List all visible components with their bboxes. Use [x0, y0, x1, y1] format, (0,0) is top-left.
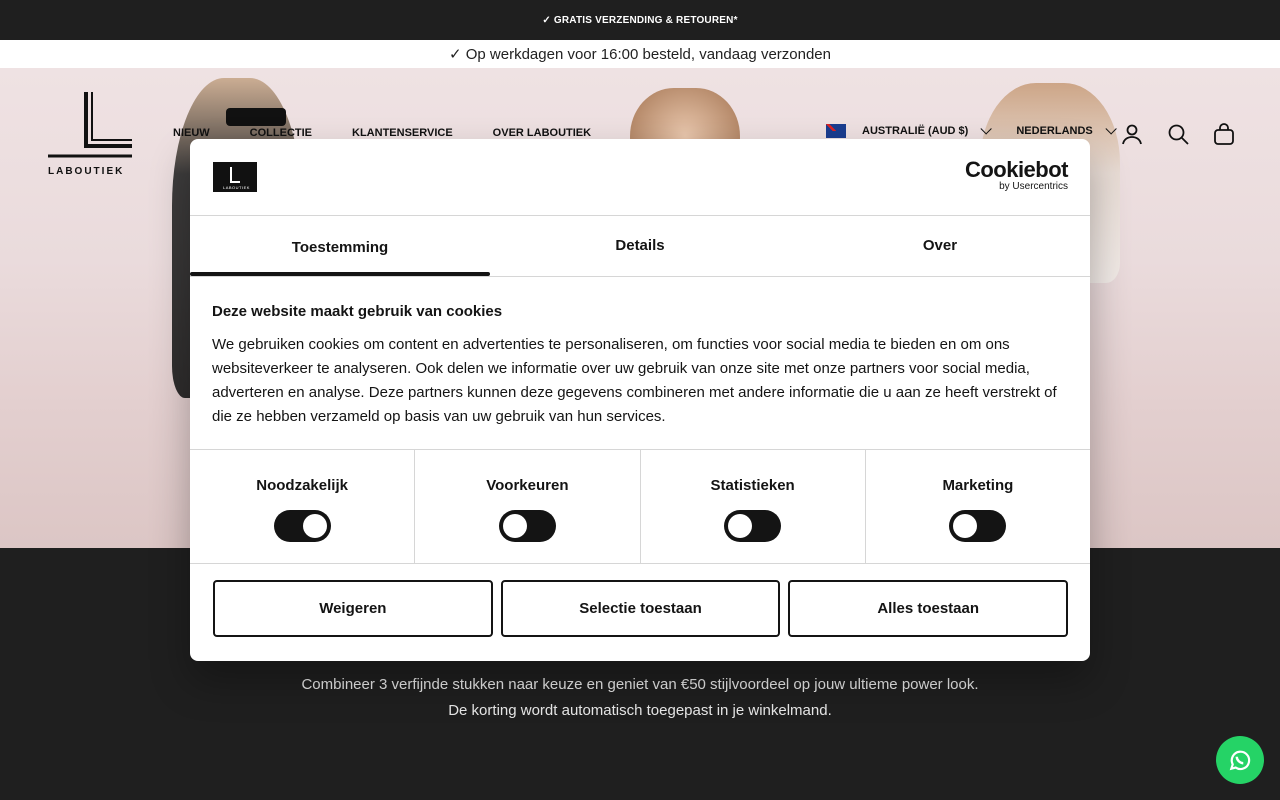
cart-icon[interactable]: [1212, 122, 1236, 146]
toggle-noodzakelijk[interactable]: [273, 510, 331, 542]
shipping-bar: ✓ Op werkdagen voor 16:00 besteld, vanda…: [0, 40, 1280, 68]
search-icon[interactable]: [1166, 122, 1190, 146]
whatsapp-button[interactable]: [1216, 736, 1264, 784]
toggle-label: Statistieken: [710, 477, 795, 494]
announcement-bar: ✓ GRATIS VERZENDING & RETOUREN*: [0, 0, 1280, 40]
toggle-group-voorkeuren: Voorkeuren: [415, 450, 641, 563]
country-selector[interactable]: AUSTRALIË (AUD $): [826, 123, 993, 138]
dialog-description: We gebruiken cookies om content en adver…: [212, 336, 1057, 425]
dialog-site-logo: LABOUTIEK: [213, 162, 257, 192]
dialog-title: Deze website maakt gebruik van cookies: [212, 303, 503, 320]
toggle-label: Noodzakelijk: [256, 477, 348, 494]
toggle-voorkeuren[interactable]: [498, 510, 556, 542]
toggle-statistieken[interactable]: [724, 510, 782, 542]
allow-selection-button[interactable]: Selectie toestaan: [500, 580, 781, 637]
tab-toestemming[interactable]: Toestemming: [190, 216, 490, 276]
chevron-down-icon: [980, 123, 993, 135]
promo-line-2: De korting wordt automatisch toegepast i…: [448, 702, 832, 719]
logo-mark-icon: [48, 92, 132, 158]
shipping-text: ✓ Op werkdagen voor 16:00 besteld, vanda…: [449, 46, 831, 63]
australia-flag-icon: [826, 124, 846, 138]
dialog-actions: Weigeren Selectie toestaan Alles toestaa…: [190, 564, 1090, 637]
cookiebot-logo[interactable]: Cookiebot by Usercentrics: [964, 157, 1069, 193]
tab-over[interactable]: Over: [790, 216, 1090, 276]
chevron-down-icon: [1105, 123, 1117, 135]
consent-toggles: Noodzakelijk Voorkeuren Statistieken Mar…: [190, 450, 1090, 564]
main-nav: NIEUW COLLECTIE KLANTENSERVICE OVER LABO…: [173, 127, 591, 139]
locale-selectors: AUSTRALIË (AUD $) NEDERLANDS: [826, 123, 1117, 138]
toggle-group-marketing: Marketing: [866, 450, 1090, 563]
language-label: NEDERLANDS: [1016, 125, 1093, 137]
nav-item-collectie[interactable]: COLLECTIE: [250, 127, 312, 139]
dialog-tabs: Toestemming Details Over: [190, 216, 1090, 277]
logo-text: LABOUTIEK: [48, 166, 125, 177]
cookie-consent-dialog: LABOUTIEK Cookiebot by Usercentrics Toes…: [190, 139, 1090, 661]
allow-all-button[interactable]: Alles toestaan: [788, 580, 1069, 637]
toggle-group-statistieken: Statistieken: [641, 450, 866, 563]
account-icon[interactable]: [1120, 122, 1144, 146]
dialog-body: Deze website maakt gebruik van cookies W…: [190, 277, 1090, 450]
cookiebot-brand: Cookiebot: [964, 157, 1069, 182]
deny-button[interactable]: Weigeren: [213, 580, 493, 637]
language-selector[interactable]: NEDERLANDS: [1016, 123, 1117, 137]
toggle-label: Marketing: [942, 477, 1014, 494]
toggle-marketing[interactable]: [949, 510, 1007, 542]
whatsapp-icon: [1229, 750, 1251, 771]
dialog-header: LABOUTIEK Cookiebot by Usercentrics: [190, 139, 1090, 216]
promo-line-1: Combineer 3 verfijnde stukken naar keuze…: [301, 676, 979, 693]
toggle-label: Voorkeuren: [486, 477, 569, 494]
nav-item-over-laboutiek[interactable]: OVER LABOUTIEK: [493, 127, 591, 139]
nav-item-nieuw[interactable]: NIEUW: [173, 127, 210, 139]
announcement-text: ✓ GRATIS VERZENDING & RETOUREN*: [542, 14, 738, 26]
toggle-group-noodzakelijk: Noodzakelijk: [190, 450, 416, 563]
tab-details[interactable]: Details: [490, 216, 790, 276]
site-logo[interactable]: LABOUTIEK: [48, 92, 136, 182]
nav-item-klantenservice[interactable]: KLANTENSERVICE: [352, 127, 453, 139]
header-icons: [1120, 122, 1236, 146]
cookiebot-sub: by Usercentrics: [999, 181, 1068, 192]
country-label: AUSTRALIË (AUD $): [862, 125, 969, 137]
